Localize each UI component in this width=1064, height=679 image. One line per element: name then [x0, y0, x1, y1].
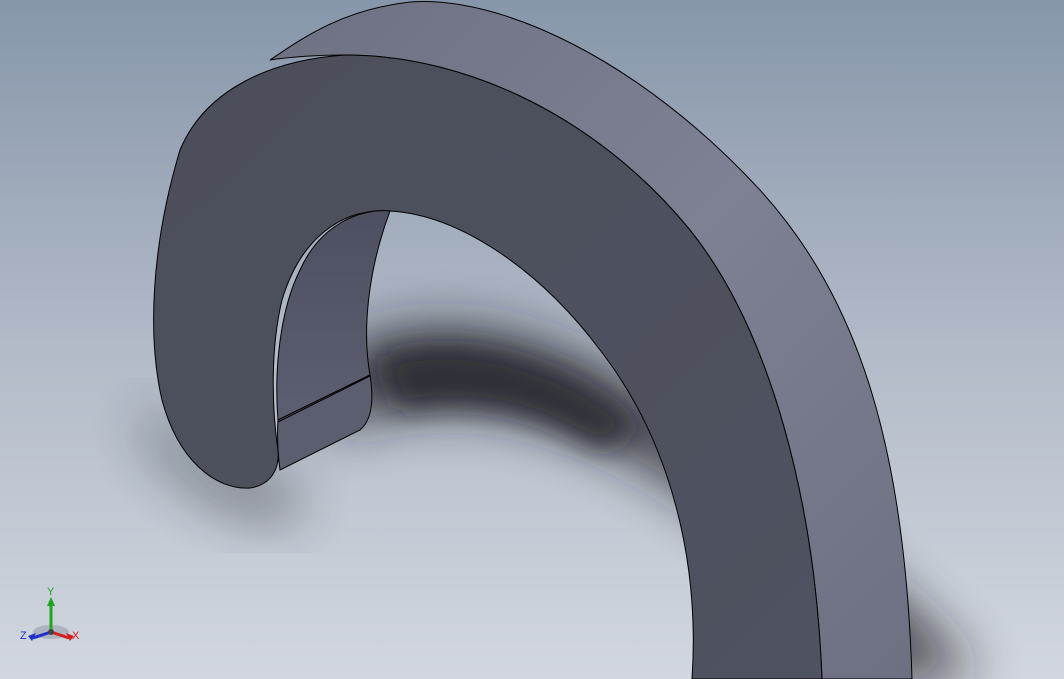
coordinate-triad: Y X Z — [18, 586, 84, 648]
axis-x-label: X — [72, 630, 80, 642]
axis-y-label: Y — [47, 586, 55, 598]
triad-origin — [48, 629, 54, 635]
axis-z-label: Z — [20, 630, 27, 642]
3d-scene[interactable] — [0, 0, 1064, 679]
triad-y-arrow — [47, 597, 55, 606]
model-viewport[interactable]: Y X Z — [0, 0, 1064, 679]
